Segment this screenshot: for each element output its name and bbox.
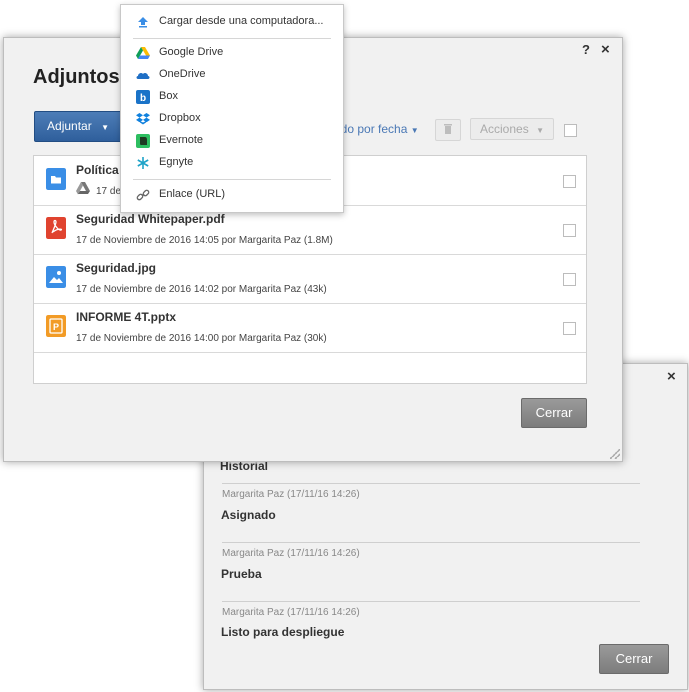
- history-entry-meta: Margarita Paz (17/11/16 14:26): [222, 489, 360, 500]
- svg-text:P: P: [53, 322, 59, 332]
- menu-item-box[interactable]: b Box: [121, 87, 343, 107]
- svg-text:b: b: [140, 93, 146, 104]
- menu-item-onedrive[interactable]: OneDrive: [121, 65, 343, 85]
- menu-item-label: Enlace (URL): [159, 188, 226, 200]
- menu-item-label: Box: [159, 90, 178, 102]
- attach-dropdown-menu: Cargar desde una computadora... Google D…: [120, 4, 344, 213]
- pptx-icon: P: [46, 315, 66, 337]
- history-close-icon[interactable]: ×: [667, 368, 676, 385]
- menu-item-label: Google Drive: [159, 46, 224, 58]
- list-item[interactable]: P INFORME 4T.pptx 17 de Noviembre de 201…: [34, 303, 586, 353]
- history-close-button[interactable]: Cerrar: [599, 644, 669, 674]
- onedrive-icon: [136, 72, 150, 79]
- history-entry-meta: Margarita Paz (17/11/16 14:26): [222, 548, 360, 559]
- google-drive-icon: [76, 182, 90, 195]
- google-drive-icon: [136, 47, 150, 59]
- upload-icon: [138, 17, 148, 28]
- menu-item-google-drive[interactable]: Google Drive: [121, 43, 343, 63]
- select-all-checkbox[interactable]: [564, 124, 577, 137]
- help-icon[interactable]: ?: [582, 42, 590, 57]
- menu-divider: [133, 179, 331, 180]
- row-checkbox[interactable]: [563, 322, 576, 335]
- file-meta: 17 de Noviembre de 2016 14:00 por Margar…: [76, 333, 327, 344]
- attach-button[interactable]: Adjuntar ▼: [34, 111, 122, 142]
- folder-icon: [46, 168, 66, 190]
- file-meta: 17 de: [96, 186, 122, 197]
- menu-item-label: Evernote: [159, 134, 204, 146]
- close-button[interactable]: Cerrar: [521, 398, 587, 428]
- row-checkbox[interactable]: [563, 273, 576, 286]
- menu-item-upload-computer[interactable]: Cargar desde una computadora...: [121, 12, 343, 32]
- attach-button-label: Adjuntar: [47, 119, 92, 133]
- menu-item-dropbox[interactable]: Dropbox: [121, 109, 343, 129]
- egnyte-icon: [137, 157, 149, 169]
- row-checkbox[interactable]: [563, 175, 576, 188]
- link-icon: [136, 189, 150, 201]
- close-icon[interactable]: ×: [601, 41, 610, 58]
- history-entry-meta: Margarita Paz (17/11/16 14:26): [222, 607, 360, 618]
- file-name: Seguridad.jpg: [76, 261, 157, 275]
- menu-item-label: Cargar desde una computadora...: [159, 15, 324, 27]
- sort-link-label: ado por fecha: [334, 122, 408, 136]
- divider: [222, 542, 640, 543]
- history-entry-title: Listo para despliegue: [221, 625, 345, 639]
- menu-item-egnyte[interactable]: Egnyte: [121, 153, 343, 173]
- divider: [222, 483, 640, 484]
- menu-item-label: Dropbox: [159, 112, 201, 124]
- image-icon: [46, 266, 66, 288]
- resize-handle[interactable]: [610, 449, 620, 459]
- menu-item-link-url[interactable]: Enlace (URL): [121, 185, 343, 205]
- trash-icon: [444, 124, 452, 134]
- actions-button[interactable]: Acciones ▼: [470, 118, 554, 140]
- file-name: INFORME 4T.pptx: [76, 310, 177, 324]
- box-icon: b: [136, 90, 150, 104]
- menu-divider: [133, 38, 331, 39]
- menu-item-label: Egnyte: [159, 156, 194, 168]
- menu-item-label: OneDrive: [159, 68, 206, 80]
- menu-item-evernote[interactable]: Evernote: [121, 131, 343, 151]
- delete-button[interactable]: [435, 119, 461, 141]
- actions-label: Acciones: [480, 122, 529, 136]
- dialog-title: Adjuntos (: [33, 66, 132, 88]
- history-entry-title: Asignado: [221, 508, 276, 522]
- divider: [222, 601, 640, 602]
- list-item[interactable]: Seguridad.jpg 17 de Noviembre de 2016 14…: [34, 254, 586, 304]
- row-checkbox[interactable]: [563, 224, 576, 237]
- file-meta: 17 de Noviembre de 2016 14:05 por Margar…: [76, 235, 333, 246]
- dropbox-icon: [136, 113, 150, 125]
- file-name: Seguridad Whitepaper.pdf: [76, 212, 225, 226]
- sort-by-date-link[interactable]: ado por fecha ▼: [334, 122, 419, 136]
- pdf-icon: [46, 217, 66, 239]
- file-meta: 17 de Noviembre de 2016 14:02 por Margar…: [76, 284, 327, 295]
- chevron-down-icon: ▼: [410, 126, 419, 135]
- chevron-down-icon: ▼: [536, 126, 544, 135]
- history-entry-title: Prueba: [221, 567, 262, 581]
- evernote-icon: [136, 134, 150, 148]
- chevron-down-icon: ▼: [101, 123, 109, 132]
